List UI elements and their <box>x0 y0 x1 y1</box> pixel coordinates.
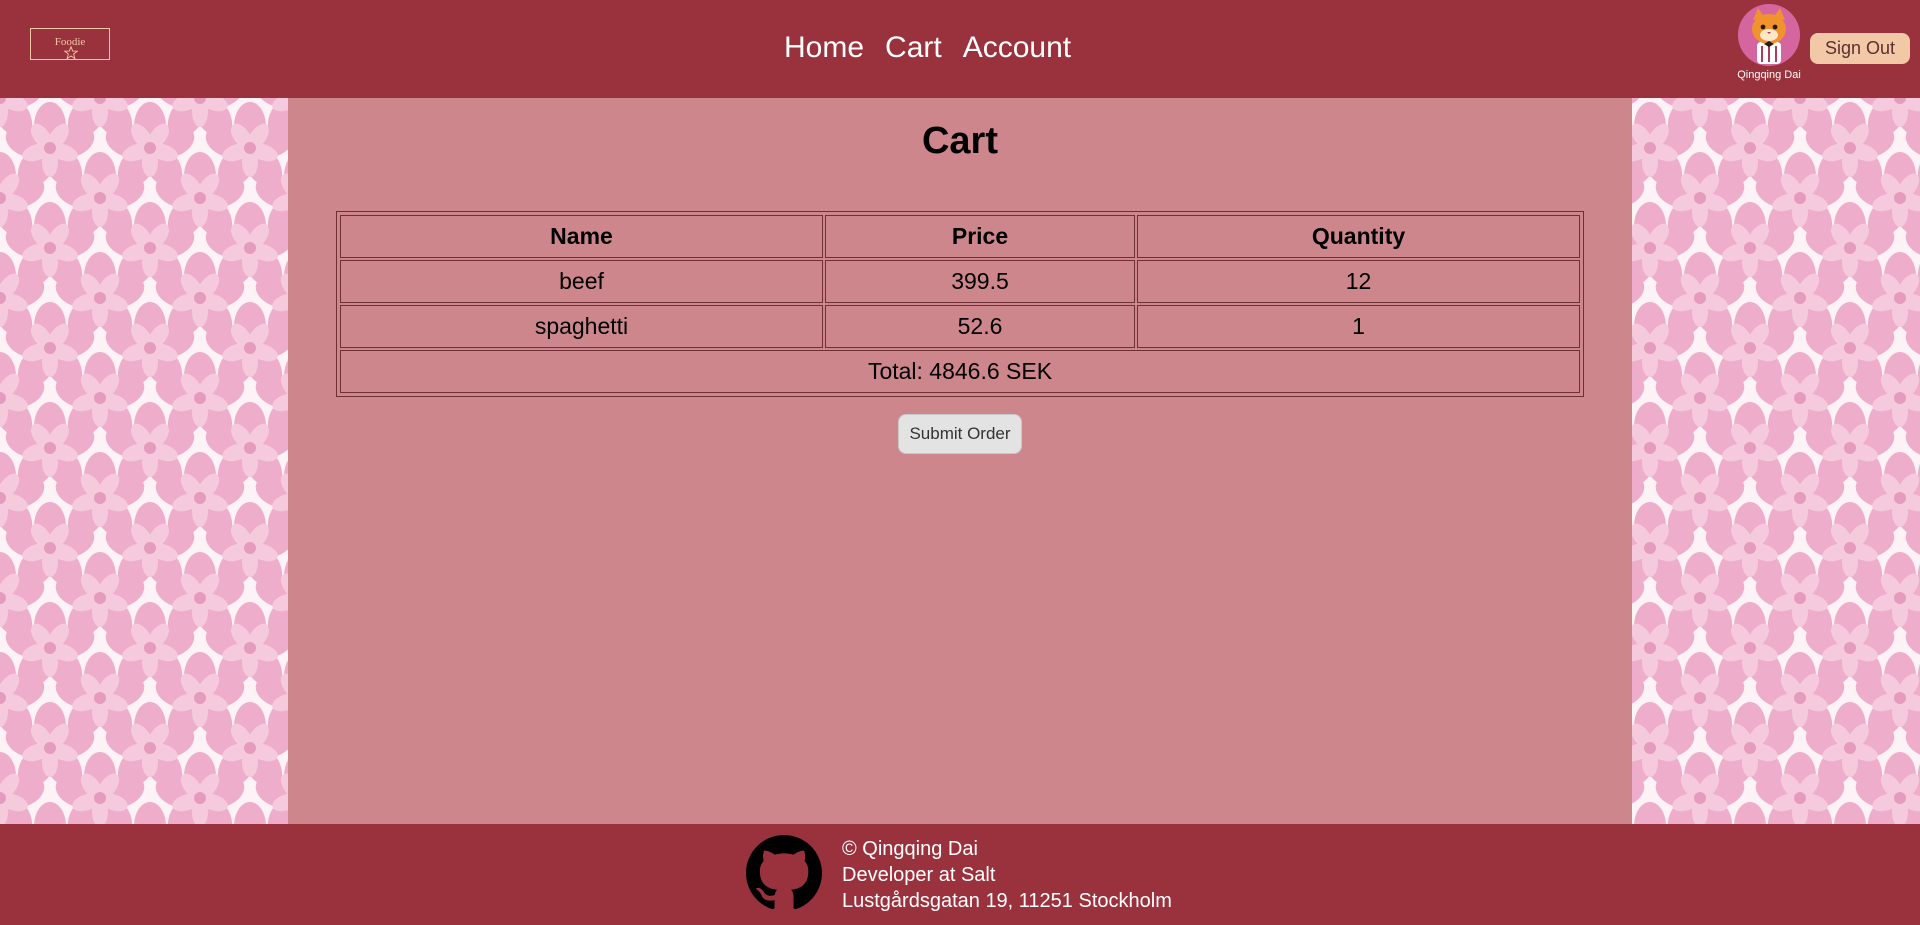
nav-account[interactable]: Account <box>963 28 1071 68</box>
item-name: beef <box>340 260 823 303</box>
submit-order-button[interactable]: Submit Order <box>898 414 1022 454</box>
cat-avatar-icon <box>1738 4 1800 66</box>
page-title: Cart <box>921 120 999 162</box>
nav-cart[interactable]: Cart <box>885 28 942 68</box>
table-header-row: Name Price Quantity <box>340 215 1580 258</box>
item-quantity: 1 <box>1137 305 1580 348</box>
footer: © Qingqing Dai Developer at Salt Lustgår… <box>0 824 1920 925</box>
sign-out-button[interactable]: Sign Out <box>1810 33 1910 64</box>
item-price: 399.5 <box>825 260 1135 303</box>
main-nav: Home Cart Account <box>784 28 1071 68</box>
footer-info: © Qingqing Dai Developer at Salt Lustgår… <box>842 836 1172 914</box>
foodie-logo[interactable]: Foodie <box>30 28 110 60</box>
footer-address: Lustgårdsgatan 19, 11251 Stockholm <box>842 890 1172 912</box>
avatar[interactable] <box>1738 4 1800 66</box>
column-header-price: Price <box>825 215 1135 258</box>
item-name: spaghetti <box>340 305 823 348</box>
table-row: spaghetti 52.6 1 <box>340 305 1580 348</box>
footer-copyright: © Qingqing Dai <box>842 838 978 860</box>
total-row: Total: 4846.6 SEK <box>340 350 1580 393</box>
table-row: beef 399.5 12 <box>340 260 1580 303</box>
top-header: Foodie Home Cart Account Qingqing Dai Si… <box>0 0 1920 98</box>
item-price: 52.6 <box>825 305 1135 348</box>
column-header-name: Name <box>340 215 823 258</box>
cart-table: Name Price Quantity beef 399.5 12 spaghe… <box>336 211 1584 397</box>
cart-total: Total: 4846.6 SEK <box>340 350 1580 393</box>
star-icon <box>64 46 78 60</box>
cart-panel: Cart Name Price Quantity beef 399.5 12 s… <box>288 98 1632 824</box>
github-icon[interactable] <box>746 835 822 911</box>
nav-home[interactable]: Home <box>784 28 864 68</box>
column-header-quantity: Quantity <box>1137 215 1580 258</box>
footer-role: Developer at Salt <box>842 864 996 886</box>
user-name: Qingqing Dai <box>1737 69 1801 81</box>
item-quantity: 12 <box>1137 260 1580 303</box>
